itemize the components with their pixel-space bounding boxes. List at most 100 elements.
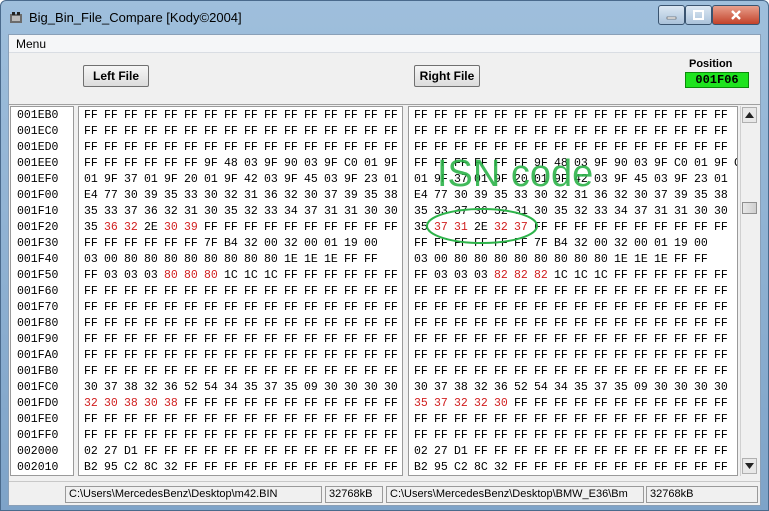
hex-byte: 80 bbox=[124, 253, 138, 266]
hex-byte: FF bbox=[674, 301, 688, 314]
hex-byte: FF bbox=[654, 461, 668, 474]
menu-item-menu[interactable]: Menu bbox=[16, 37, 46, 51]
hex-byte: C0 bbox=[344, 157, 358, 170]
hex-byte: FF bbox=[144, 141, 158, 154]
hex-byte-diff: 80 bbox=[184, 269, 198, 282]
hex-byte: E4 bbox=[414, 189, 428, 202]
scroll-down-button[interactable] bbox=[742, 458, 757, 474]
hex-byte: 95 bbox=[434, 461, 448, 474]
hex-byte: FF bbox=[384, 397, 398, 410]
hex-byte: FF bbox=[614, 285, 628, 298]
hex-byte: FF bbox=[614, 269, 628, 282]
hex-byte: FF bbox=[104, 333, 118, 346]
hex-byte: FF bbox=[634, 445, 648, 458]
hex-byte: FF bbox=[364, 349, 378, 362]
left-hex-view[interactable]: FF FF FF FF FF FF FF FF FF FF FF FF FF FF FF FF FF FF FF FF… bbox=[78, 106, 403, 476]
hex-byte: FF bbox=[654, 141, 668, 154]
hex-byte: FF bbox=[204, 413, 218, 426]
hex-row: FF FF FF FF FF FF FF FF FF FF FF FF FF FF FF FF bbox=[84, 284, 402, 300]
position-label: Position bbox=[689, 58, 733, 70]
hex-byte: FF bbox=[204, 397, 218, 410]
address-cell: 001EF0 bbox=[17, 173, 59, 186]
hex-byte: 8C bbox=[474, 461, 488, 474]
hex-byte: 01 bbox=[144, 173, 158, 186]
hex-byte: FF bbox=[594, 365, 608, 378]
hex-byte: FF bbox=[164, 125, 178, 138]
hex-byte: FF bbox=[474, 125, 488, 138]
hex-byte: FF bbox=[694, 141, 708, 154]
title-bar[interactable]: Big_Bin_File_Compare [Kody©2004] bbox=[1, 1, 768, 33]
hex-row: FF FF FF FF FF FF FF FF FF FF FF FF FF FF FF FF bbox=[84, 428, 402, 444]
hex-row: FF FF FF FF FF FF FF FF FF FF FF FF FF FF FF FF bbox=[84, 108, 402, 124]
hex-byte: FF bbox=[164, 445, 178, 458]
hex-byte: 80 bbox=[594, 253, 608, 266]
scrollbar-thumb[interactable] bbox=[742, 202, 757, 214]
address-cell: 002010 bbox=[17, 461, 59, 474]
maximize-button[interactable] bbox=[685, 5, 712, 25]
hex-byte: FF bbox=[264, 317, 278, 330]
close-button[interactable] bbox=[712, 5, 760, 25]
hex-byte: FF bbox=[574, 125, 588, 138]
hex-byte-diff: 39 bbox=[184, 221, 198, 234]
left-file-size: 32768kB bbox=[325, 486, 383, 503]
hex-byte: FF bbox=[304, 317, 318, 330]
hex-byte: FF bbox=[414, 413, 428, 426]
hex-byte: FF bbox=[614, 109, 628, 122]
hex-byte: FF bbox=[364, 125, 378, 138]
hex-byte: FF bbox=[654, 333, 668, 346]
hex-byte: FF bbox=[714, 413, 728, 426]
hex-byte: FF bbox=[494, 349, 508, 362]
hex-byte: FF bbox=[494, 125, 508, 138]
hex-byte: FF bbox=[414, 269, 428, 282]
hex-byte: FF bbox=[304, 429, 318, 442]
hex-byte: 1C bbox=[264, 269, 278, 282]
hex-byte: FF bbox=[324, 301, 338, 314]
scroll-up-button[interactable] bbox=[742, 107, 757, 123]
hex-byte: FF bbox=[694, 413, 708, 426]
hex-byte: FF bbox=[344, 125, 358, 138]
hex-byte: FF bbox=[554, 365, 568, 378]
hex-byte: FF bbox=[454, 349, 468, 362]
hex-byte: FF bbox=[414, 109, 428, 122]
hex-byte: 38 bbox=[454, 381, 468, 394]
hex-byte: 37 bbox=[304, 205, 318, 218]
hex-byte: FF bbox=[264, 125, 278, 138]
hex-byte: FF bbox=[654, 397, 668, 410]
hex-byte: 39 bbox=[674, 189, 688, 202]
hex-byte: FF bbox=[594, 461, 608, 474]
hex-byte: 32 bbox=[614, 189, 628, 202]
address-cell: 001F60 bbox=[17, 285, 59, 298]
hex-byte: 30 bbox=[714, 205, 728, 218]
hex-byte: FF bbox=[614, 333, 628, 346]
hex-byte: FF bbox=[714, 461, 728, 474]
hex-byte: FF bbox=[224, 285, 238, 298]
hex-byte: FF bbox=[84, 237, 98, 250]
vertical-scrollbar[interactable] bbox=[740, 106, 757, 476]
hex-byte: FF bbox=[244, 365, 258, 378]
hex-byte: FF bbox=[384, 445, 398, 458]
hex-row: FF FF FF FF FF FF FF FF FF FF FF FF FF FF FF FF bbox=[84, 140, 402, 156]
left-file-button[interactable]: Left File bbox=[83, 65, 149, 87]
hex-row: FF FF FF FF FF FF FF FF FF FF FF FF FF FF FF FF bbox=[414, 300, 734, 316]
hex-byte: FF bbox=[574, 461, 588, 474]
hex-byte: FF bbox=[264, 141, 278, 154]
hex-byte: 30 bbox=[674, 381, 688, 394]
hex-byte: FF bbox=[344, 269, 358, 282]
hex-byte: FF bbox=[384, 125, 398, 138]
hex-row: 02 27 D1 FF FF FF FF FF FF FF FF FF FF FF FF FF bbox=[84, 444, 402, 460]
minimize-button[interactable] bbox=[658, 5, 685, 25]
hex-byte: FF bbox=[304, 349, 318, 362]
hex-byte: 30 bbox=[204, 205, 218, 218]
hex-byte: 48 bbox=[224, 157, 238, 170]
hex-byte: FF bbox=[184, 413, 198, 426]
hex-byte: FF bbox=[284, 397, 298, 410]
hex-byte: FF bbox=[324, 445, 338, 458]
hex-byte-diff: 82 bbox=[534, 269, 548, 282]
hex-byte: FF bbox=[264, 349, 278, 362]
hex-byte: FF bbox=[184, 429, 198, 442]
right-file-button[interactable]: Right File bbox=[414, 65, 480, 87]
hex-byte: FF bbox=[284, 285, 298, 298]
hex-byte: 31 bbox=[654, 205, 668, 218]
address-cell: 001EB0 bbox=[17, 109, 59, 122]
hex-byte: FF bbox=[474, 301, 488, 314]
